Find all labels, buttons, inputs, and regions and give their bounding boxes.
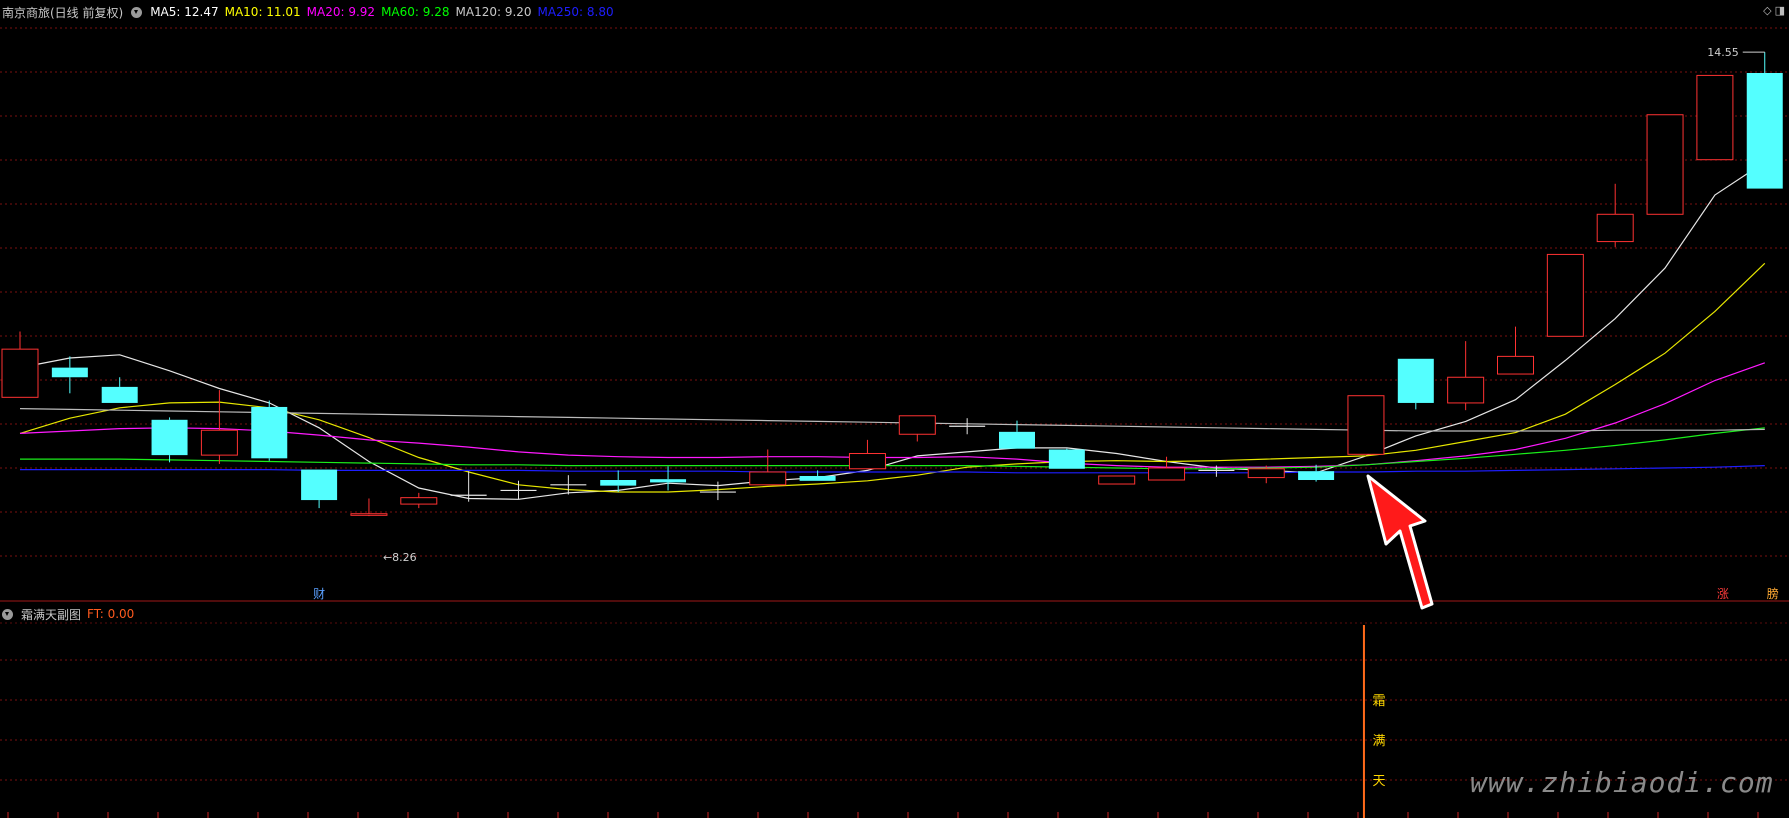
- candle-body-up: [1, 348, 39, 398]
- chart-toolbar: ◇ ◨: [1763, 4, 1785, 17]
- signal-arrow-icon: [1366, 474, 1434, 610]
- candle: [1546, 253, 1584, 337]
- ma120-label: MA120: 9.20: [455, 5, 532, 19]
- candle: [550, 475, 587, 495]
- candle: [251, 400, 288, 461]
- candle: [1646, 114, 1684, 215]
- candle: [1098, 475, 1136, 485]
- financial-report-marker: 财: [313, 587, 325, 601]
- ma5-label: MA5: 12.47: [150, 5, 219, 19]
- ma-line-ma250: [20, 465, 1765, 474]
- signal-text: 天: [1372, 774, 1385, 789]
- candle-body-up: [1098, 475, 1136, 485]
- indicator-dropdown-icon[interactable]: [2, 608, 13, 620]
- candle-body-down: [600, 480, 637, 486]
- high-price-label: 14.55: [1707, 46, 1739, 59]
- diamond-icon[interactable]: ◇: [1763, 4, 1771, 17]
- candle-body-down: [51, 367, 88, 378]
- candle: [650, 466, 687, 491]
- panel-toggle-icon[interactable]: ◨: [1775, 4, 1785, 17]
- candle-body-down: [301, 469, 338, 501]
- candle: [400, 492, 438, 509]
- candle-body-up: [1148, 467, 1186, 481]
- candle: [301, 469, 338, 509]
- candle-body-up: [1447, 376, 1485, 404]
- candle-body-up: [848, 453, 886, 470]
- candle: [1596, 183, 1634, 248]
- candle: [1447, 341, 1485, 411]
- stock-title[interactable]: 南京商旅(日线 前复权): [2, 4, 123, 21]
- candle-body-down: [1298, 471, 1335, 481]
- candle-body-down: [799, 475, 836, 481]
- low-price-label: ←8.26: [383, 551, 417, 564]
- candle: [749, 449, 787, 486]
- candle: [949, 418, 986, 435]
- ma60-label: MA60: 9.28: [381, 5, 450, 19]
- candle-body-up: [1347, 395, 1385, 455]
- candle: [1148, 456, 1186, 481]
- candle-body-up: [1646, 114, 1684, 215]
- candle-body-down: [1746, 72, 1783, 189]
- candle: [1497, 326, 1534, 375]
- candle-body-up: [1497, 355, 1534, 375]
- candle: [848, 439, 886, 470]
- candle-body-up: [400, 497, 438, 505]
- candle: [1397, 358, 1434, 410]
- candle-body-down: [650, 479, 687, 483]
- main-chart-header: 南京商旅(日线 前复权) MA5: 12.47 MA10: 11.01 MA20…: [0, 3, 614, 21]
- candle: [1746, 52, 1783, 189]
- watermark: www.zhibiaodi.com: [1470, 766, 1774, 799]
- candle: [898, 415, 936, 442]
- candle-body-down: [151, 419, 188, 456]
- candle-body-up: [350, 513, 388, 516]
- candle: [500, 480, 537, 500]
- candle: [1, 331, 39, 398]
- candle-body-up: [1546, 253, 1584, 337]
- candle: [101, 377, 138, 403]
- indicator-ft-value: FT: 0.00: [87, 607, 135, 621]
- candle-body-down: [1397, 358, 1434, 403]
- candle-body-down: [101, 386, 138, 403]
- candle-body-up: [1696, 74, 1734, 161]
- candle-body-up: [200, 429, 238, 456]
- ma250-label: MA250: 8.80: [537, 5, 614, 19]
- candle-body-up: [749, 471, 787, 486]
- signal-text: 满: [1372, 734, 1385, 749]
- signal-text: 霜: [1372, 694, 1385, 709]
- sub-chart-header: 霜满天副图 FT: 0.00: [0, 605, 134, 623]
- candle: [350, 498, 388, 517]
- kline-chart-canvas[interactable]: 14.55 ←8.26 财 涨 膀霜满天: [0, 0, 1789, 818]
- candle-body-up: [1247, 468, 1285, 479]
- candle: [1696, 74, 1734, 161]
- candle: [1048, 448, 1085, 469]
- candle: [1347, 395, 1385, 455]
- ma20-label: MA20: 9.92: [306, 5, 376, 19]
- candle-body-up: [898, 415, 936, 435]
- limit-up-tag: 涨: [1717, 586, 1729, 601]
- candle-body-up: [1596, 213, 1634, 243]
- candle: [51, 356, 88, 394]
- candle-body-down: [251, 406, 288, 459]
- candle: [200, 390, 238, 464]
- ma10-label: MA10: 11.01: [224, 5, 301, 19]
- candle-body-down: [999, 431, 1035, 449]
- candle-body-down: [1048, 449, 1085, 469]
- indicator-name[interactable]: 霜满天副图: [21, 606, 81, 623]
- ma-settings-dropdown-icon[interactable]: [131, 6, 143, 18]
- event-tag: 膀: [1767, 586, 1779, 601]
- candle: [151, 417, 188, 463]
